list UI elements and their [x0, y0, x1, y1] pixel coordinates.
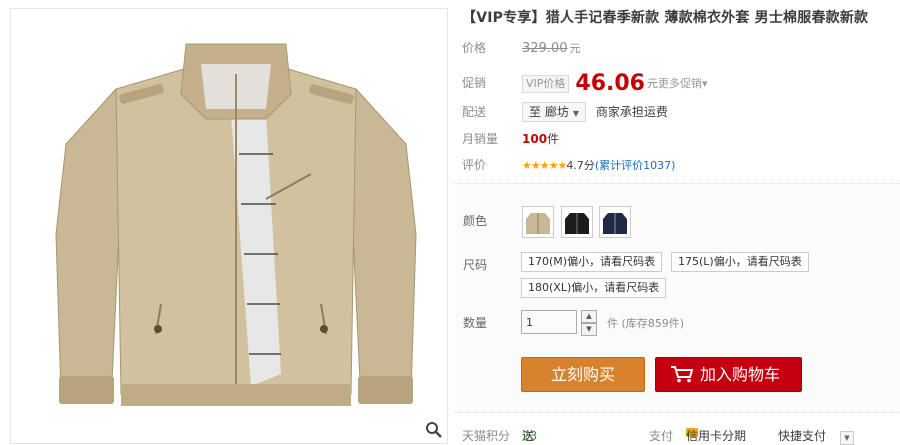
- stock-info: 件 (库存859件): [607, 315, 684, 331]
- bottom-info-row: 天猫积分 送 23 支付 信用卡分期 快捷支付 ▼: [462, 428, 900, 445]
- product-image-gallery[interactable]: [10, 8, 448, 444]
- size-option-170[interactable]: 170(M)偏小，请看尺码表: [521, 252, 663, 272]
- product-title: 【VIP专享】猎人手记春季新款 薄款棉衣外套 男士棉服春款新款: [462, 10, 869, 26]
- promo-row: 促销 VIP价格 46.06 元更多促销▾: [462, 70, 708, 96]
- rating-label: 评价: [462, 158, 487, 172]
- purchase-options-panel: 颜色 尺码 170(M)偏小，请看尺码表 175(L)偏小，请看尺码表 180(…: [455, 183, 900, 413]
- promo-price: 46.06: [575, 70, 645, 96]
- color-label: 颜色: [463, 214, 488, 228]
- size-label: 尺码: [463, 258, 488, 272]
- original-price-unit: 元: [569, 42, 581, 55]
- quantity-increase-button[interactable]: ▲: [581, 310, 597, 323]
- delivery-label: 配送: [462, 105, 487, 119]
- vip-price-tag: VIP价格: [522, 74, 570, 93]
- khaki-jacket-icon: [526, 213, 550, 234]
- zoom-icon[interactable]: [425, 421, 443, 439]
- size-option-180[interactable]: 180(XL)偏小，请看尺码表: [521, 278, 667, 298]
- cart-icon: [671, 366, 694, 383]
- size-option-175[interactable]: 175(L)偏小，请看尺码表: [671, 252, 809, 272]
- chevron-down-icon: ▼: [572, 109, 579, 118]
- quantity-input[interactable]: 1: [521, 310, 577, 334]
- color-swatch-khaki[interactable]: [522, 206, 554, 238]
- original-price: 329.00: [522, 41, 568, 56]
- rating-score: 4.7分: [566, 159, 595, 172]
- delivery-location-select[interactable]: 至 廊坊 ▼: [522, 102, 586, 122]
- stock-count: (库存859件): [621, 317, 685, 330]
- price-label: 价格: [462, 41, 487, 55]
- more-promotions-link[interactable]: 更多促销▾: [658, 77, 708, 90]
- add-to-cart-label: 加入购物车: [700, 365, 781, 384]
- monthly-sales-unit: 件: [547, 132, 560, 146]
- payment-dropdown-button[interactable]: ▼: [840, 431, 854, 445]
- color-swatch-black[interactable]: [561, 206, 593, 238]
- rating-row: 评价 ★★★★★4.7分(累计评价1037): [462, 155, 675, 175]
- rating-stars-icon: ★★★★★: [522, 159, 567, 172]
- points-value: 23: [522, 429, 538, 443]
- color-swatch-navy[interactable]: [599, 206, 631, 238]
- add-to-cart-button[interactable]: 加入购物车: [655, 357, 802, 392]
- delivery-row: 配送 至 廊坊 ▼ 商家承担运费: [462, 102, 668, 122]
- promo-label: 促销: [462, 76, 487, 90]
- payment-label: 支付: [649, 429, 674, 443]
- black-jacket-icon: [565, 213, 589, 234]
- monthly-sales-label: 月销量: [462, 132, 499, 146]
- monthly-sales-value: 100: [522, 132, 548, 146]
- product-jacket-image: [55, 43, 417, 406]
- review-count-link[interactable]: (累计评价1037): [595, 159, 676, 172]
- points-label: 天猫积分: [462, 429, 511, 443]
- promo-price-unit: 元: [647, 77, 658, 90]
- quantity-label: 数量: [463, 316, 488, 330]
- monthly-sales-row: 月销量 100件: [462, 129, 559, 149]
- buy-now-button[interactable]: 立刻购买: [521, 357, 645, 392]
- navy-jacket-icon: [603, 213, 627, 234]
- quick-pay[interactable]: 快捷支付: [778, 428, 826, 445]
- quantity-decrease-button[interactable]: ▼: [581, 323, 597, 336]
- shipping-note: 商家承担运费: [595, 105, 668, 119]
- price-row: 价格 329.00 元: [462, 38, 581, 58]
- credit-installment-label: 信用卡分期: [686, 429, 747, 443]
- delivery-location: 至 廊坊: [529, 105, 569, 119]
- quantity-unit: 件: [607, 317, 618, 330]
